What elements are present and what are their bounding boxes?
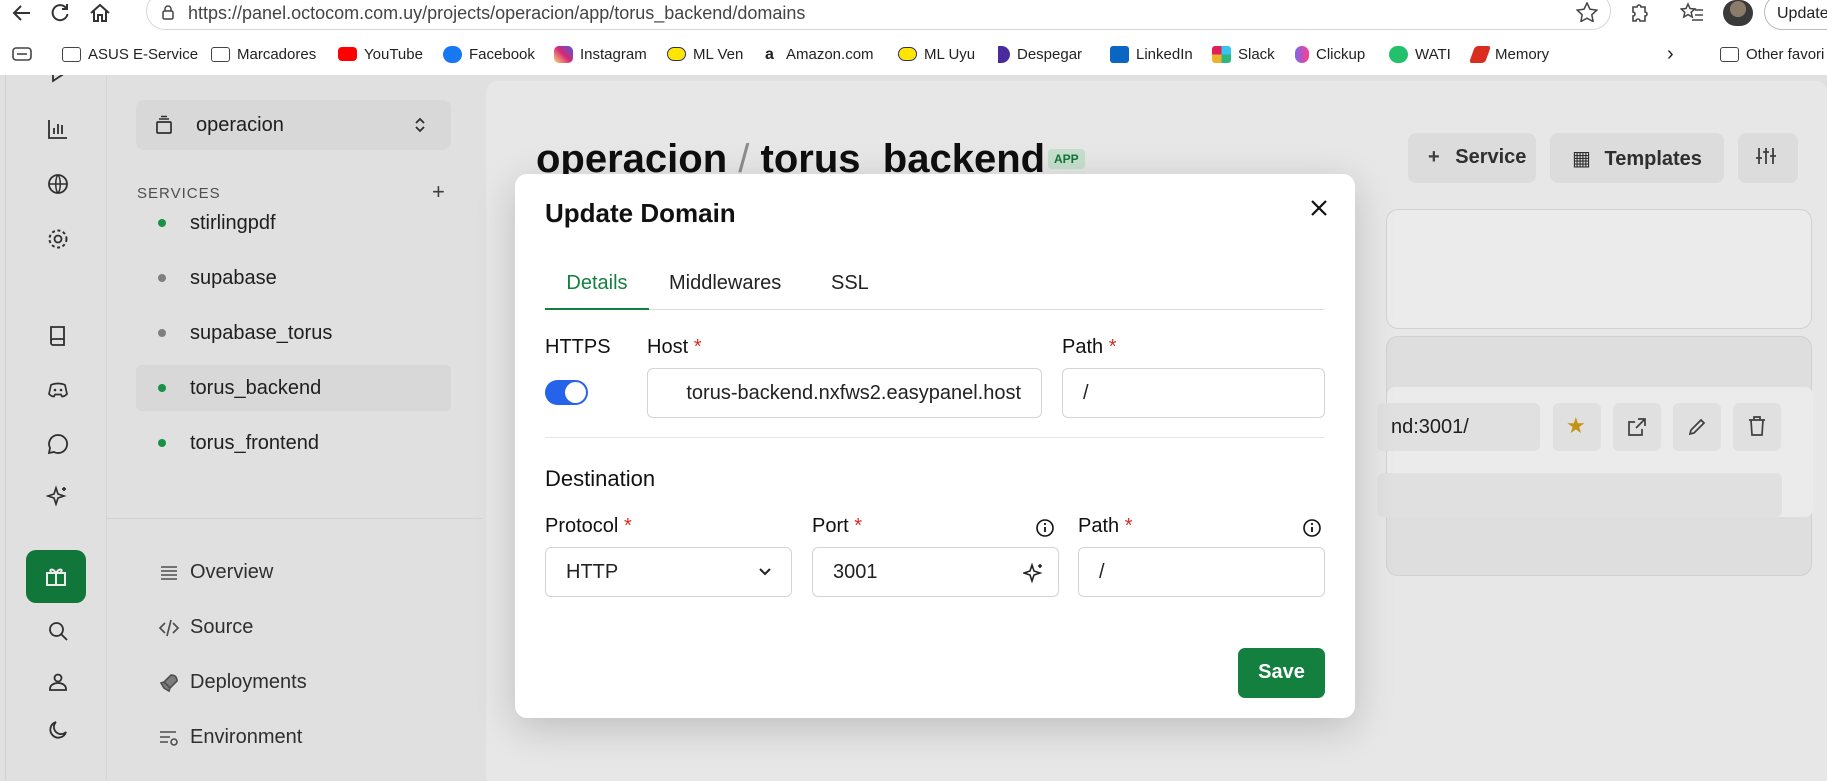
favorites-list-icon[interactable] [1680, 2, 1704, 24]
wati-icon [1389, 45, 1408, 63]
reload-icon[interactable] [46, 0, 74, 26]
amazon-icon: a [765, 45, 774, 63]
port-info-icon[interactable] [1035, 518, 1055, 538]
tab-details[interactable]: Details [545, 258, 649, 310]
bookmark-clickup[interactable]: Clickup [1295, 44, 1365, 64]
path-info-icon[interactable] [1302, 518, 1322, 538]
bookmark-marcadores[interactable]: Marcadores [211, 44, 316, 64]
tab-middlewares[interactable]: Middlewares [669, 258, 781, 310]
chevron-down-icon [759, 568, 771, 576]
update-domain-dialog: Update Domain Details Middlewares SSL HT… [515, 174, 1355, 718]
bookmarks-overflow-chevron-icon[interactable]: › [1667, 43, 1674, 65]
bookmark-amazon[interactable]: a Amazon.com [765, 44, 874, 64]
dialog-title: Update Domain [545, 198, 736, 228]
bookmark-other-favorites[interactable]: Other favori [1720, 44, 1824, 64]
linkedin-icon [1110, 45, 1129, 63]
browser-update-button[interactable]: Update [1764, 0, 1827, 30]
host-label: Host * [647, 336, 702, 358]
bookmark-facebook[interactable]: Facebook [443, 44, 535, 64]
path-input[interactable]: / [1062, 368, 1325, 418]
instagram-icon [554, 45, 573, 63]
url-text: https://panel.octocom.com.uy/projects/op… [188, 3, 806, 23]
bookmark-wati[interactable]: WATI [1389, 44, 1451, 64]
save-button[interactable]: Save [1238, 648, 1325, 698]
protocol-label: Protocol * [545, 515, 632, 537]
bookmark-despegar[interactable]: Despegar [998, 44, 1082, 64]
folder-icon [211, 46, 230, 62]
youtube-icon [338, 47, 357, 61]
divider [545, 437, 1324, 438]
memory-icon [1468, 45, 1492, 63]
path-label: Path * [1062, 336, 1117, 358]
bookmark-asus[interactable]: ASUS E-Service [62, 44, 198, 64]
toggle-knob [565, 382, 586, 403]
bookmark-youtube[interactable]: YouTube [338, 44, 423, 64]
close-icon[interactable] [1303, 192, 1335, 224]
bookmarks-bar: ASUS E-Service Marcadores YouTube Facebo… [0, 38, 1827, 68]
port-label: Port * [812, 515, 863, 537]
destination-path-label: Path * [1078, 515, 1133, 537]
extensions-icon[interactable] [1627, 2, 1651, 24]
tab-search-icon[interactable] [12, 46, 32, 62]
address-bar[interactable]: https://panel.octocom.com.uy/projects/op… [146, 0, 1611, 30]
bookmark-ml-uyu[interactable]: ML Uyu [898, 44, 975, 64]
protocol-select[interactable]: HTTP [545, 547, 792, 597]
bookmark-ml-ven[interactable]: ML Ven [667, 44, 743, 64]
destination-path-input[interactable]: / [1078, 547, 1325, 597]
bookmark-memory[interactable]: Memory [1468, 44, 1549, 64]
profile-avatar[interactable] [1723, 0, 1753, 26]
mercadolibre-icon [667, 47, 686, 61]
sparkles-icon[interactable] [1023, 562, 1045, 584]
facebook-icon [443, 45, 462, 63]
bookmark-slack[interactable]: Slack [1212, 44, 1275, 64]
dialog-tabs: Details Middlewares SSL [545, 258, 1324, 310]
bookmark-instagram[interactable]: Instagram [554, 44, 647, 64]
https-label: HTTPS [545, 336, 611, 358]
tab-ssl[interactable]: SSL [831, 258, 869, 310]
folder-icon [1720, 46, 1739, 62]
port-input[interactable]: 3001 [812, 547, 1059, 597]
back-icon[interactable] [8, 0, 36, 26]
slack-icon [1212, 45, 1231, 63]
despegar-icon [998, 45, 1010, 63]
destination-heading: Destination [545, 466, 656, 491]
clickup-icon [1295, 45, 1309, 63]
browser-toolbar: https://panel.octocom.com.uy/projects/op… [0, 0, 1827, 30]
home-icon[interactable] [86, 0, 114, 26]
site-info-icon[interactable] [160, 4, 176, 20]
host-input[interactable]: torus-backend.nxfws2.easypanel.host [647, 368, 1042, 418]
folder-icon [62, 46, 81, 62]
bookmark-star-icon[interactable] [1576, 2, 1598, 22]
mercadolibre-icon [898, 47, 917, 61]
https-toggle[interactable] [545, 380, 588, 405]
bookmark-linkedin[interactable]: LinkedIn [1110, 44, 1193, 64]
